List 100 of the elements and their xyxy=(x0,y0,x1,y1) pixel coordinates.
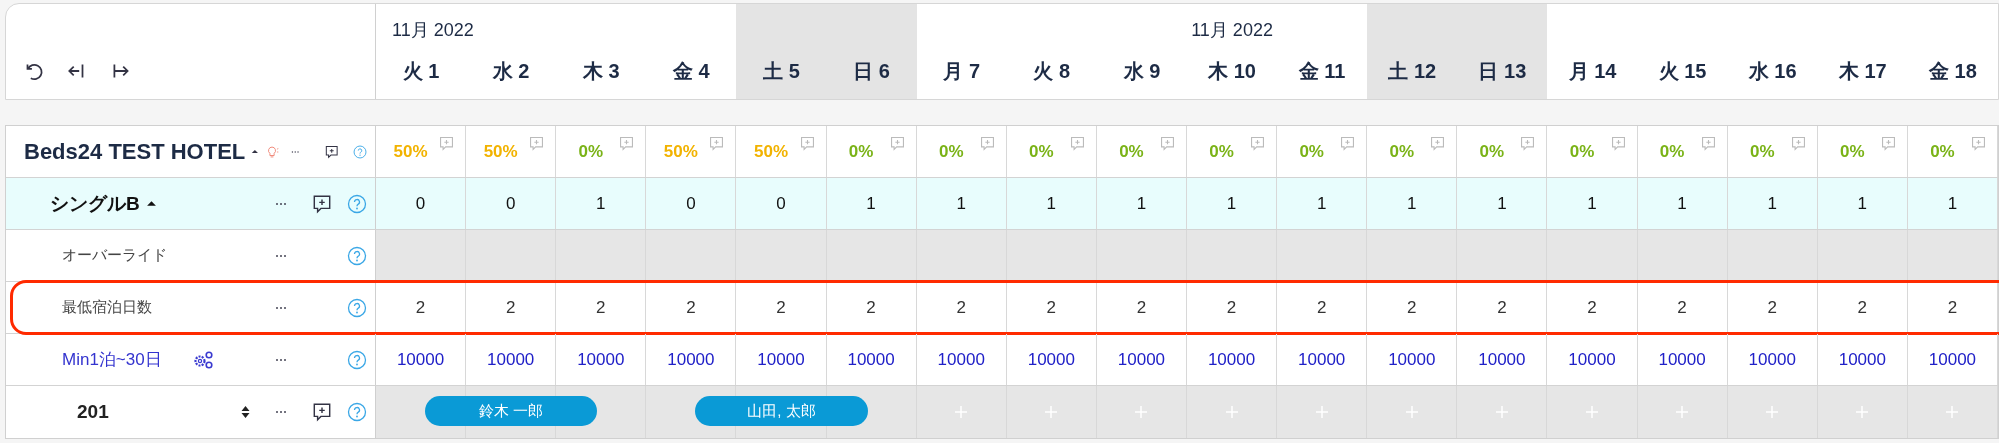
min-stay-value: 2 xyxy=(1136,297,1147,318)
day-header: 金 18 xyxy=(1929,59,1977,84)
rate-value[interactable]: 10000 xyxy=(1568,349,1616,370)
day-header: 木 10 xyxy=(1208,59,1256,84)
day-header: 水 16 xyxy=(1748,59,1797,84)
availability-value: 1 xyxy=(1677,193,1687,214)
row-label: オーバーライド xyxy=(62,246,167,265)
more-icon[interactable] xyxy=(275,410,287,414)
day-header: 金 4 xyxy=(673,59,710,84)
help-icon[interactable] xyxy=(347,193,367,214)
add-booking-icon[interactable] xyxy=(1314,405,1329,419)
add-booking-icon[interactable] xyxy=(1224,405,1239,419)
help-icon[interactable] xyxy=(347,297,367,318)
min-stay-value: 2 xyxy=(956,297,966,318)
rate-value[interactable]: 10000 xyxy=(1027,349,1075,370)
occupancy-value: 0% xyxy=(1569,141,1595,162)
rate-value[interactable]: 10000 xyxy=(757,349,805,370)
help-icon[interactable] xyxy=(347,245,367,266)
add-comment-icon[interactable] xyxy=(311,401,333,423)
add-booking-icon[interactable] xyxy=(1855,405,1870,419)
rate-value[interactable]: 10000 xyxy=(487,349,535,370)
occupancy-value: 0% xyxy=(938,141,964,162)
min-stay-value: 2 xyxy=(1046,297,1057,318)
occupancy-value: 0% xyxy=(1299,141,1324,162)
rate-value[interactable]: 10000 xyxy=(1298,349,1346,370)
rate-value[interactable]: 10000 xyxy=(1207,349,1256,370)
min-stay-value: 2 xyxy=(1947,297,1958,318)
month-label: 11月 2022 xyxy=(1191,19,1273,42)
room-type-name: シングルB xyxy=(50,191,140,216)
availability-value: 1 xyxy=(1947,193,1958,214)
availability-value: 1 xyxy=(1316,193,1327,214)
more-icon[interactable] xyxy=(291,149,300,154)
more-icon[interactable] xyxy=(275,357,287,362)
rate-value[interactable]: 10000 xyxy=(1388,349,1436,370)
availability-value: 0 xyxy=(686,193,696,214)
day-header: 水 2 xyxy=(492,59,530,84)
availability-value: 1 xyxy=(956,193,966,214)
rate-label[interactable]: Min1泊~30日 xyxy=(62,348,162,371)
day-header: 月 14 xyxy=(1568,59,1617,84)
rate-value[interactable]: 10000 xyxy=(1838,349,1886,370)
rate-value[interactable]: 10000 xyxy=(1748,349,1796,370)
sort-icon[interactable] xyxy=(240,404,251,420)
min-stay-value: 2 xyxy=(505,297,516,318)
occupancy-value: 50% xyxy=(663,141,698,162)
rate-value[interactable]: 10000 xyxy=(937,349,985,370)
occupancy-value: 0% xyxy=(1930,141,1955,162)
rate-value[interactable]: 10000 xyxy=(1658,349,1706,370)
rate-value[interactable]: 10000 xyxy=(667,349,715,370)
day-header: 日 13 xyxy=(1478,59,1527,84)
occupancy-value: 0% xyxy=(1389,141,1415,162)
add-booking-icon[interactable] xyxy=(1494,405,1509,419)
day-header: 土 12 xyxy=(1388,59,1437,84)
availability-value: 1 xyxy=(596,193,606,214)
occupancy-value: 0% xyxy=(1840,141,1865,162)
gears-icon[interactable] xyxy=(191,349,214,370)
add-booking-icon[interactable] xyxy=(1945,405,1960,419)
unit-name: 201 xyxy=(77,401,109,423)
caret-icon[interactable] xyxy=(145,198,157,209)
day-header: 水 9 xyxy=(1123,59,1161,84)
availability-value: 0 xyxy=(776,193,786,214)
day-header: 土 5 xyxy=(763,59,800,84)
add-booking-icon[interactable] xyxy=(1404,405,1419,419)
rate-value[interactable]: 10000 xyxy=(1478,349,1526,370)
rate-value[interactable]: 10000 xyxy=(396,349,445,370)
availability-value: 1 xyxy=(1767,193,1777,214)
min-stay-value: 2 xyxy=(1316,297,1327,318)
rate-value[interactable]: 10000 xyxy=(847,349,895,370)
help-icon[interactable] xyxy=(347,402,367,422)
month-label: 11月 2022 xyxy=(392,19,474,42)
min-stay-value: 2 xyxy=(1497,297,1507,318)
occupancy-value: 0% xyxy=(1209,141,1234,162)
rate-value[interactable]: 10000 xyxy=(1928,349,1977,370)
occupancy-value: 0% xyxy=(1659,141,1685,162)
occupancy-value: 0% xyxy=(848,141,874,162)
add-booking-icon[interactable] xyxy=(1134,405,1149,419)
min-stay-value: 2 xyxy=(415,297,426,318)
occupancy-value: 0% xyxy=(1479,141,1505,162)
add-booking-icon[interactable] xyxy=(1675,405,1690,419)
more-icon[interactable] xyxy=(275,201,287,206)
day-header: 日 6 xyxy=(853,59,890,84)
add-booking-icon[interactable] xyxy=(1585,405,1599,419)
day-header: 木 17 xyxy=(1838,59,1887,84)
more-icon[interactable] xyxy=(275,305,287,310)
add-booking-icon[interactable] xyxy=(1765,405,1780,419)
help-icon[interactable] xyxy=(347,349,367,370)
availability-value: 0 xyxy=(415,193,426,214)
add-booking-icon[interactable] xyxy=(1044,405,1059,419)
availability-value: 1 xyxy=(1046,193,1057,214)
rate-value[interactable]: 10000 xyxy=(577,349,625,370)
min-stay-value: 2 xyxy=(866,297,876,318)
property-name: Beds24 TEST HOTEL xyxy=(24,138,246,165)
day-header: 火 15 xyxy=(1658,59,1707,84)
row-label: 最低宿泊日数 xyxy=(62,298,152,317)
availability-value: 1 xyxy=(1497,193,1507,214)
rate-value[interactable]: 10000 xyxy=(1117,349,1166,370)
day-header: 金 11 xyxy=(1298,59,1346,84)
more-icon[interactable] xyxy=(275,253,287,258)
occupancy-value: 0% xyxy=(1029,141,1054,162)
add-booking-icon[interactable] xyxy=(954,405,969,419)
availability-value: 0 xyxy=(505,193,516,214)
